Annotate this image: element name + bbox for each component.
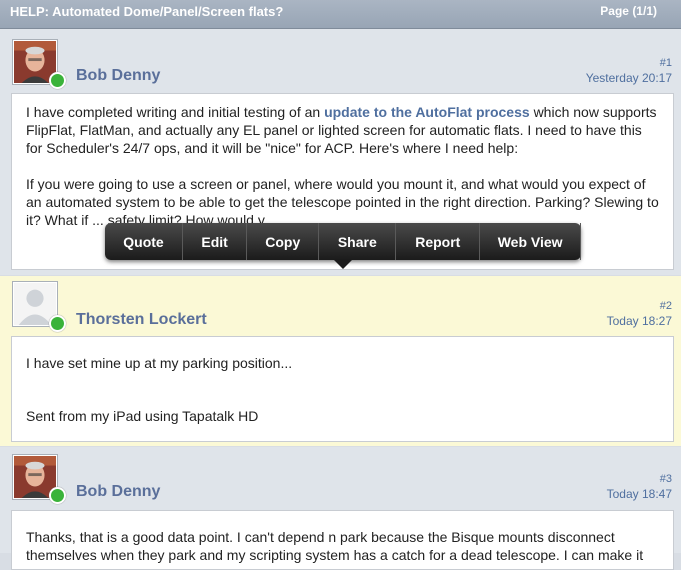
post-paragraph: I have completed writing and initial tes… — [26, 104, 657, 156]
post-time: Today 18:47 — [606, 487, 672, 501]
online-status-icon — [49, 72, 66, 89]
thread-title: HELP: Automated Dome/Panel/Screen flats? — [10, 4, 284, 19]
post-2[interactable]: Thorsten Lockert #2 Today 18:27 I have s… — [0, 276, 681, 446]
menu-pointer-arrow — [333, 259, 353, 269]
web-view-button[interactable]: Web View — [480, 223, 581, 260]
post-body[interactable]: Thanks, that is a good data point. I can… — [11, 510, 674, 570]
post-time: Today 18:27 — [606, 314, 672, 328]
copy-button[interactable]: Copy — [247, 223, 320, 260]
quote-button[interactable]: Quote — [105, 223, 184, 260]
post-number: #2 — [659, 300, 672, 312]
report-button[interactable]: Report — [396, 223, 481, 260]
post-author[interactable]: Bob Denny — [76, 483, 160, 501]
online-status-icon — [49, 315, 66, 332]
post-paragraph: If you were going to use a screen or pan… — [26, 176, 659, 228]
post-number: #3 — [659, 473, 672, 485]
post-author[interactable]: Thorsten Lockert — [76, 311, 207, 329]
post-number: #1 — [659, 57, 672, 69]
post-paragraph: Sent from my iPad using Tapatalk HD — [26, 408, 259, 424]
page-indicator[interactable]: Page (1/1) — [600, 4, 657, 18]
post-time: Yesterday 20:17 — [585, 71, 672, 85]
share-button[interactable]: Share — [319, 223, 397, 260]
post-paragraph: Thanks, that is a good data point. I can… — [26, 529, 644, 563]
post-3[interactable]: Bob Denny #3 Today 18:47 Thanks, that is… — [0, 447, 681, 570]
post-paragraph: I have set mine up at my parking positio… — [26, 355, 293, 371]
thread-title-bar: HELP: Automated Dome/Panel/Screen flats?… — [0, 0, 681, 29]
post-body[interactable]: I have set mine up at my parking positio… — [11, 336, 674, 442]
post-author[interactable]: Bob Denny — [76, 67, 160, 85]
online-status-icon — [49, 487, 66, 504]
edit-button[interactable]: Edit — [183, 223, 248, 260]
autoflat-link[interactable]: update to the AutoFlat process — [324, 104, 530, 120]
context-menu: Quote Edit Copy Share Report Web View — [105, 223, 581, 269]
